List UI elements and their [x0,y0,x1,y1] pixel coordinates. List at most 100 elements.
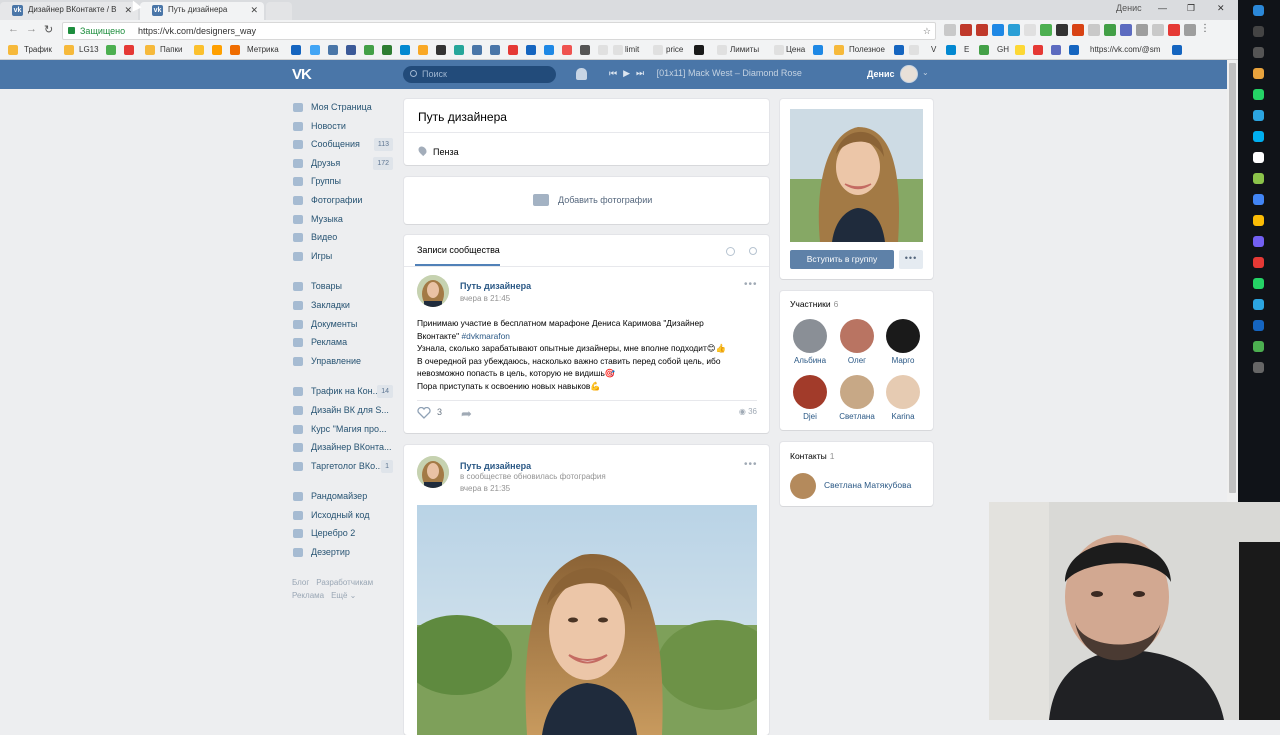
member-item[interactable]: Djei [790,375,830,421]
skype-icon[interactable] [1253,131,1264,142]
bookmark-icon[interactable] [526,45,536,55]
heart-icon[interactable] [417,407,431,419]
maps-icon[interactable] [1253,194,1264,205]
bookmark-icon[interactable] [508,45,518,55]
post-menu-icon[interactable]: ••• [744,279,758,290]
restore-icon[interactable]: ❐ [1187,3,1195,14]
bookmark-icon[interactable] [291,45,301,55]
group-cover-photo[interactable] [790,109,923,242]
bookmark-icon[interactable] [1172,45,1182,55]
extension-icon[interactable] [1184,24,1196,36]
bookmark-icon[interactable] [212,45,222,55]
menu-item-video[interactable]: Видео [292,228,396,247]
menu-item-news[interactable]: Новости [292,117,396,136]
menu-item-games[interactable]: Игры [292,247,396,266]
more-actions-button[interactable]: ••• [899,250,923,269]
close-tab-icon[interactable]: ✕ [250,2,258,18]
gmail-icon[interactable] [124,45,134,55]
next-track-icon[interactable]: ⏭ [636,68,644,79]
bookmark-icon[interactable] [1051,45,1061,55]
bookmark-star-icon[interactable]: ☆ [923,23,931,39]
extension-icon[interactable] [944,24,956,36]
extension-icon[interactable] [1120,24,1132,36]
post-author[interactable]: Путь дизайнера [460,281,531,291]
join-group-button[interactable]: Вступить в группу [790,250,894,269]
back-icon[interactable]: ← [8,23,19,35]
windows-start-icon[interactable] [1253,5,1264,16]
bookmark-link[interactable]: Метрика [247,44,279,56]
bookmark-icon[interactable] [580,45,590,55]
bookmark-icon[interactable] [598,45,608,55]
extension-icon[interactable] [1072,24,1084,36]
bookmark-icon[interactable] [106,45,116,55]
bookmark-icon[interactable] [310,45,320,55]
menu-item-my-page[interactable]: Моя Страница [292,98,396,117]
bookmark-icon[interactable] [1069,45,1079,55]
whatsapp-icon[interactable] [1253,278,1264,289]
new-tab-button[interactable] [266,2,292,20]
bookmark-icon[interactable] [694,45,704,55]
member-item[interactable]: Альбина [790,319,830,365]
forward-icon[interactable]: → [26,23,37,35]
whatsapp-icon[interactable] [1253,89,1264,100]
footer-link-blog[interactable]: Блог [292,578,309,587]
user-name[interactable]: Денис [867,69,895,79]
post-author[interactable]: Путь дизайнера [460,461,531,471]
bookmark-icon[interactable] [894,45,904,55]
footer-link-more[interactable]: Ещё ⌄ [331,591,356,600]
post-date[interactable]: вчера в 21:35 [460,484,510,493]
bookmark-icon[interactable] [813,45,823,55]
taskbar-app-icon[interactable] [1253,173,1264,184]
search-icon[interactable] [749,247,757,255]
member-item[interactable]: Светлана [837,375,877,421]
bookmark-link[interactable]: price [666,44,683,56]
taskbar-app-icon[interactable] [1253,47,1264,58]
extension-icon[interactable] [960,24,972,36]
menu-item-app[interactable]: Дезертир [292,543,396,562]
bookmark-icon[interactable] [436,45,446,55]
bookmark-icon[interactable] [544,45,554,55]
hashtag-link[interactable]: #dvkmarafon [462,331,510,341]
chevron-down-icon[interactable]: ⌄ [922,68,929,77]
youtube-icon[interactable] [1033,45,1043,55]
post-date[interactable]: вчера в 21:45 [460,294,510,303]
extension-icon[interactable] [1040,24,1052,36]
notifications-bell-icon[interactable] [576,68,587,80]
address-bar[interactable]: Защищено https://vk.com/designers_way ☆ [62,22,936,40]
browser-tab-active[interactable]: vk Путь дизайнера ✕ [140,2,264,20]
member-item[interactable]: Марго [883,319,923,365]
browser-tab[interactable]: vk Дизайнер ВКонтакте / В ✕ [0,2,138,20]
scrollbar-thumb[interactable] [1229,63,1236,493]
avatar[interactable] [790,473,816,499]
search-input[interactable]: Поиск [403,66,556,83]
bookmark-link[interactable]: Лимиты [730,44,759,56]
minimize-icon[interactable]: — [1158,3,1167,13]
footer-link-dev[interactable]: Разработчикам [316,578,373,587]
bookmark-icon[interactable] [418,45,428,55]
add-photos-card[interactable]: Добавить фотографии [404,177,769,224]
bookmark-link[interactable]: GH [997,44,1009,56]
member-item[interactable]: Олег [837,319,877,365]
close-window-icon[interactable]: ✕ [1217,3,1225,14]
bookmark-link[interactable]: LG13 [79,44,99,56]
extension-icon[interactable] [992,24,1004,36]
bookmark-icon[interactable] [979,45,989,55]
vk-icon[interactable] [472,45,482,55]
extension-icon[interactable] [1104,24,1116,36]
menu-item-app[interactable]: Рандомайзер [292,487,396,506]
vk-icon[interactable] [490,45,500,55]
vk-logo[interactable]: VK [292,66,312,83]
play-icon[interactable]: ▶ [623,68,630,79]
taskbar-app-icon[interactable] [1253,257,1264,268]
bookmark-icon[interactable] [1015,45,1025,55]
refresh-icon[interactable] [726,247,735,256]
menu-item-bookmarks[interactable]: Закладки [292,296,396,315]
bookmark-link[interactable]: Полезное [849,44,885,56]
current-track[interactable]: [01x11] Mack West – Diamond Rose [657,68,802,78]
menu-item-groups[interactable]: Группы [292,172,396,191]
extension-icon[interactable] [1152,24,1164,36]
bookmark-icon[interactable] [454,45,464,55]
facebook-icon[interactable] [346,45,356,55]
task-view-icon[interactable] [1253,26,1264,37]
menu-item-community[interactable]: Таргетолог ВКо... 1 [292,457,396,476]
